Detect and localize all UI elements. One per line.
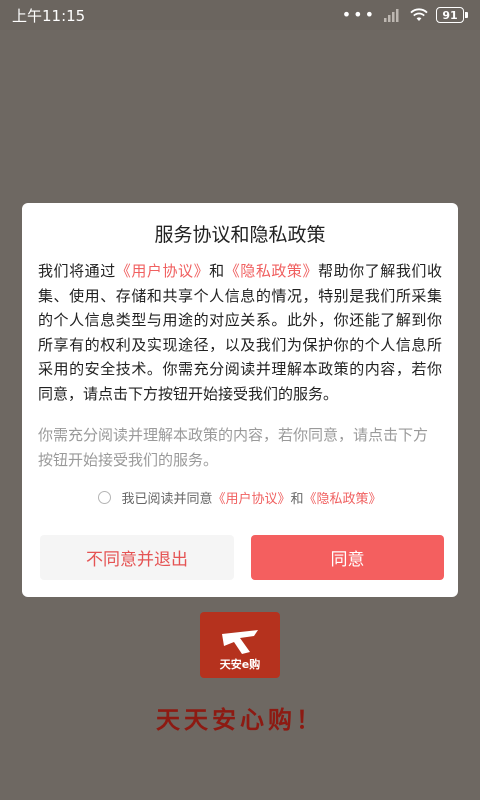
agreement-checkbox-row[interactable]: 我已阅读并同意 《用户协议》 和 《隐私政策》 <box>22 488 458 507</box>
dialog-subtext: 你需充分阅读并理解本政策的内容，若你同意，请点击下方按钮开始接受我们的服务。 <box>38 426 429 469</box>
battery-icon: 91 <box>436 7 464 23</box>
checkbox-privacy-policy-link[interactable]: 《隐私政策》 <box>304 488 382 507</box>
disagree-exit-button[interactable]: 不同意并退出 <box>40 535 234 580</box>
privacy-dialog: 服务协议和隐私政策 我们将通过《用户协议》和《隐私政策》帮助你了解我们收集、使用… <box>22 203 458 597</box>
notification-dots-icon: ••• <box>341 5 376 24</box>
status-time: 上午11:15 <box>12 6 86 25</box>
body-text-main: 帮助你了解我们收集、使用、存储和共享个人信息的情况，特别是我们所采集的个人信息类… <box>38 262 442 403</box>
user-agreement-link[interactable]: 《用户协议》 <box>116 262 209 280</box>
dialog-body: 我们将通过《用户协议》和《隐私政策》帮助你了解我们收集、使用、存储和共享个人信息… <box>38 259 442 406</box>
dialog-title: 服务协议和隐私政策 <box>154 224 326 246</box>
logo-graphic <box>222 630 258 654</box>
status-bar: 上午11:15 ••• 91 <box>0 0 480 30</box>
agreement-radio[interactable] <box>98 491 112 504</box>
checkbox-label: 我已阅读并同意 <box>121 492 213 507</box>
body-text-intro: 我们将通过 <box>38 262 116 280</box>
checkbox-and: 和 <box>290 492 304 507</box>
checkbox-user-agreement-link[interactable]: 《用户协议》 <box>212 488 290 507</box>
privacy-policy-link[interactable]: 《隐私政策》 <box>225 262 318 280</box>
wifi-icon <box>410 8 428 21</box>
agree-button[interactable]: 同意 <box>251 535 444 580</box>
status-icons: ••• 91 <box>342 7 468 23</box>
battery-tip <box>465 12 468 18</box>
body-text-and: 和 <box>209 262 225 280</box>
signal-icon <box>384 9 399 22</box>
logo-text: 天安e购 <box>219 658 261 671</box>
app-slogan: 天天安心购！ <box>156 705 324 734</box>
app-logo: 天安e购 <box>200 612 280 678</box>
